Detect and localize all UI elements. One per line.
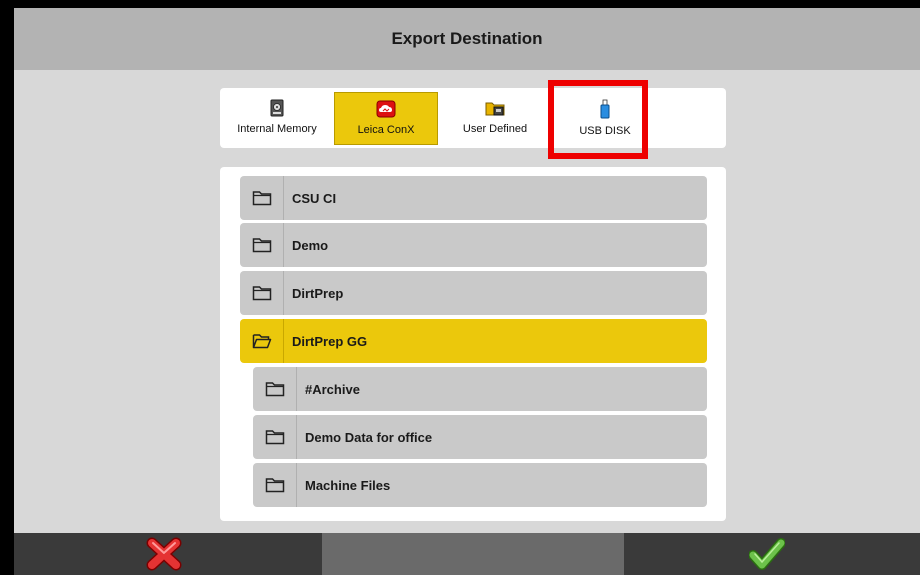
- cloud-icon: [376, 100, 396, 118]
- title-bar: Export Destination: [14, 8, 920, 70]
- export-screen: Export Destination Internal Memory Leica…: [14, 8, 920, 575]
- tab-leica-conx[interactable]: Leica ConX: [334, 92, 438, 145]
- folder-list[interactable]: CSU CI Demo DirtPrep DirtPrep GG #Archiv…: [220, 167, 726, 521]
- bottom-bar-center: [322, 533, 624, 575]
- tab-user-defined[interactable]: User Defined: [450, 92, 540, 145]
- cancel-x-icon: [146, 537, 182, 571]
- tab-internal-memory[interactable]: Internal Memory: [230, 92, 324, 145]
- tab-label: USB DISK: [579, 125, 631, 137]
- hard-drive-icon: [270, 99, 284, 117]
- folder-icon: [265, 382, 284, 397]
- folder-icon: [265, 430, 284, 445]
- folder-name: Machine Files: [305, 477, 391, 493]
- bottom-bar: [14, 533, 920, 575]
- subfolder-row[interactable]: Demo Data for office: [253, 415, 707, 459]
- folder-row[interactable]: DirtPrep: [240, 271, 707, 315]
- destination-tabs: Internal Memory Leica ConX User Defined: [220, 88, 726, 148]
- confirm-button[interactable]: [717, 533, 817, 575]
- cancel-button[interactable]: [114, 533, 214, 575]
- folder-row-selected[interactable]: DirtPrep GG: [240, 319, 707, 363]
- folder-name: #Archive: [305, 381, 360, 397]
- folder-icon: [265, 478, 284, 493]
- tab-usb-disk[interactable]: USB DISK: [560, 92, 650, 145]
- folder-row[interactable]: CSU CI: [240, 176, 707, 220]
- page-title: Export Destination: [391, 29, 543, 48]
- confirm-check-icon: [749, 538, 785, 570]
- usb-drive-icon: [600, 99, 610, 119]
- network-folder-icon: [485, 102, 505, 116]
- folder-icon: [252, 238, 271, 253]
- tab-label: User Defined: [462, 123, 528, 135]
- folder-name: DirtPrep: [292, 285, 344, 301]
- folder-row[interactable]: Demo: [240, 223, 707, 267]
- folder-name: CSU CI: [292, 190, 337, 206]
- folder-name: Demo Data for office: [305, 429, 433, 445]
- folder-icon: [252, 191, 271, 206]
- folder-name: DirtPrep GG: [292, 333, 368, 349]
- subfolder-row[interactable]: Machine Files: [253, 463, 707, 507]
- tab-label: Internal Memory: [237, 123, 317, 135]
- folder-name: Demo: [292, 237, 329, 253]
- folder-icon: [252, 286, 271, 301]
- subfolder-row[interactable]: #Archive: [253, 367, 707, 411]
- tab-label: Leica ConX: [357, 124, 415, 136]
- open-folder-icon: [252, 334, 271, 349]
